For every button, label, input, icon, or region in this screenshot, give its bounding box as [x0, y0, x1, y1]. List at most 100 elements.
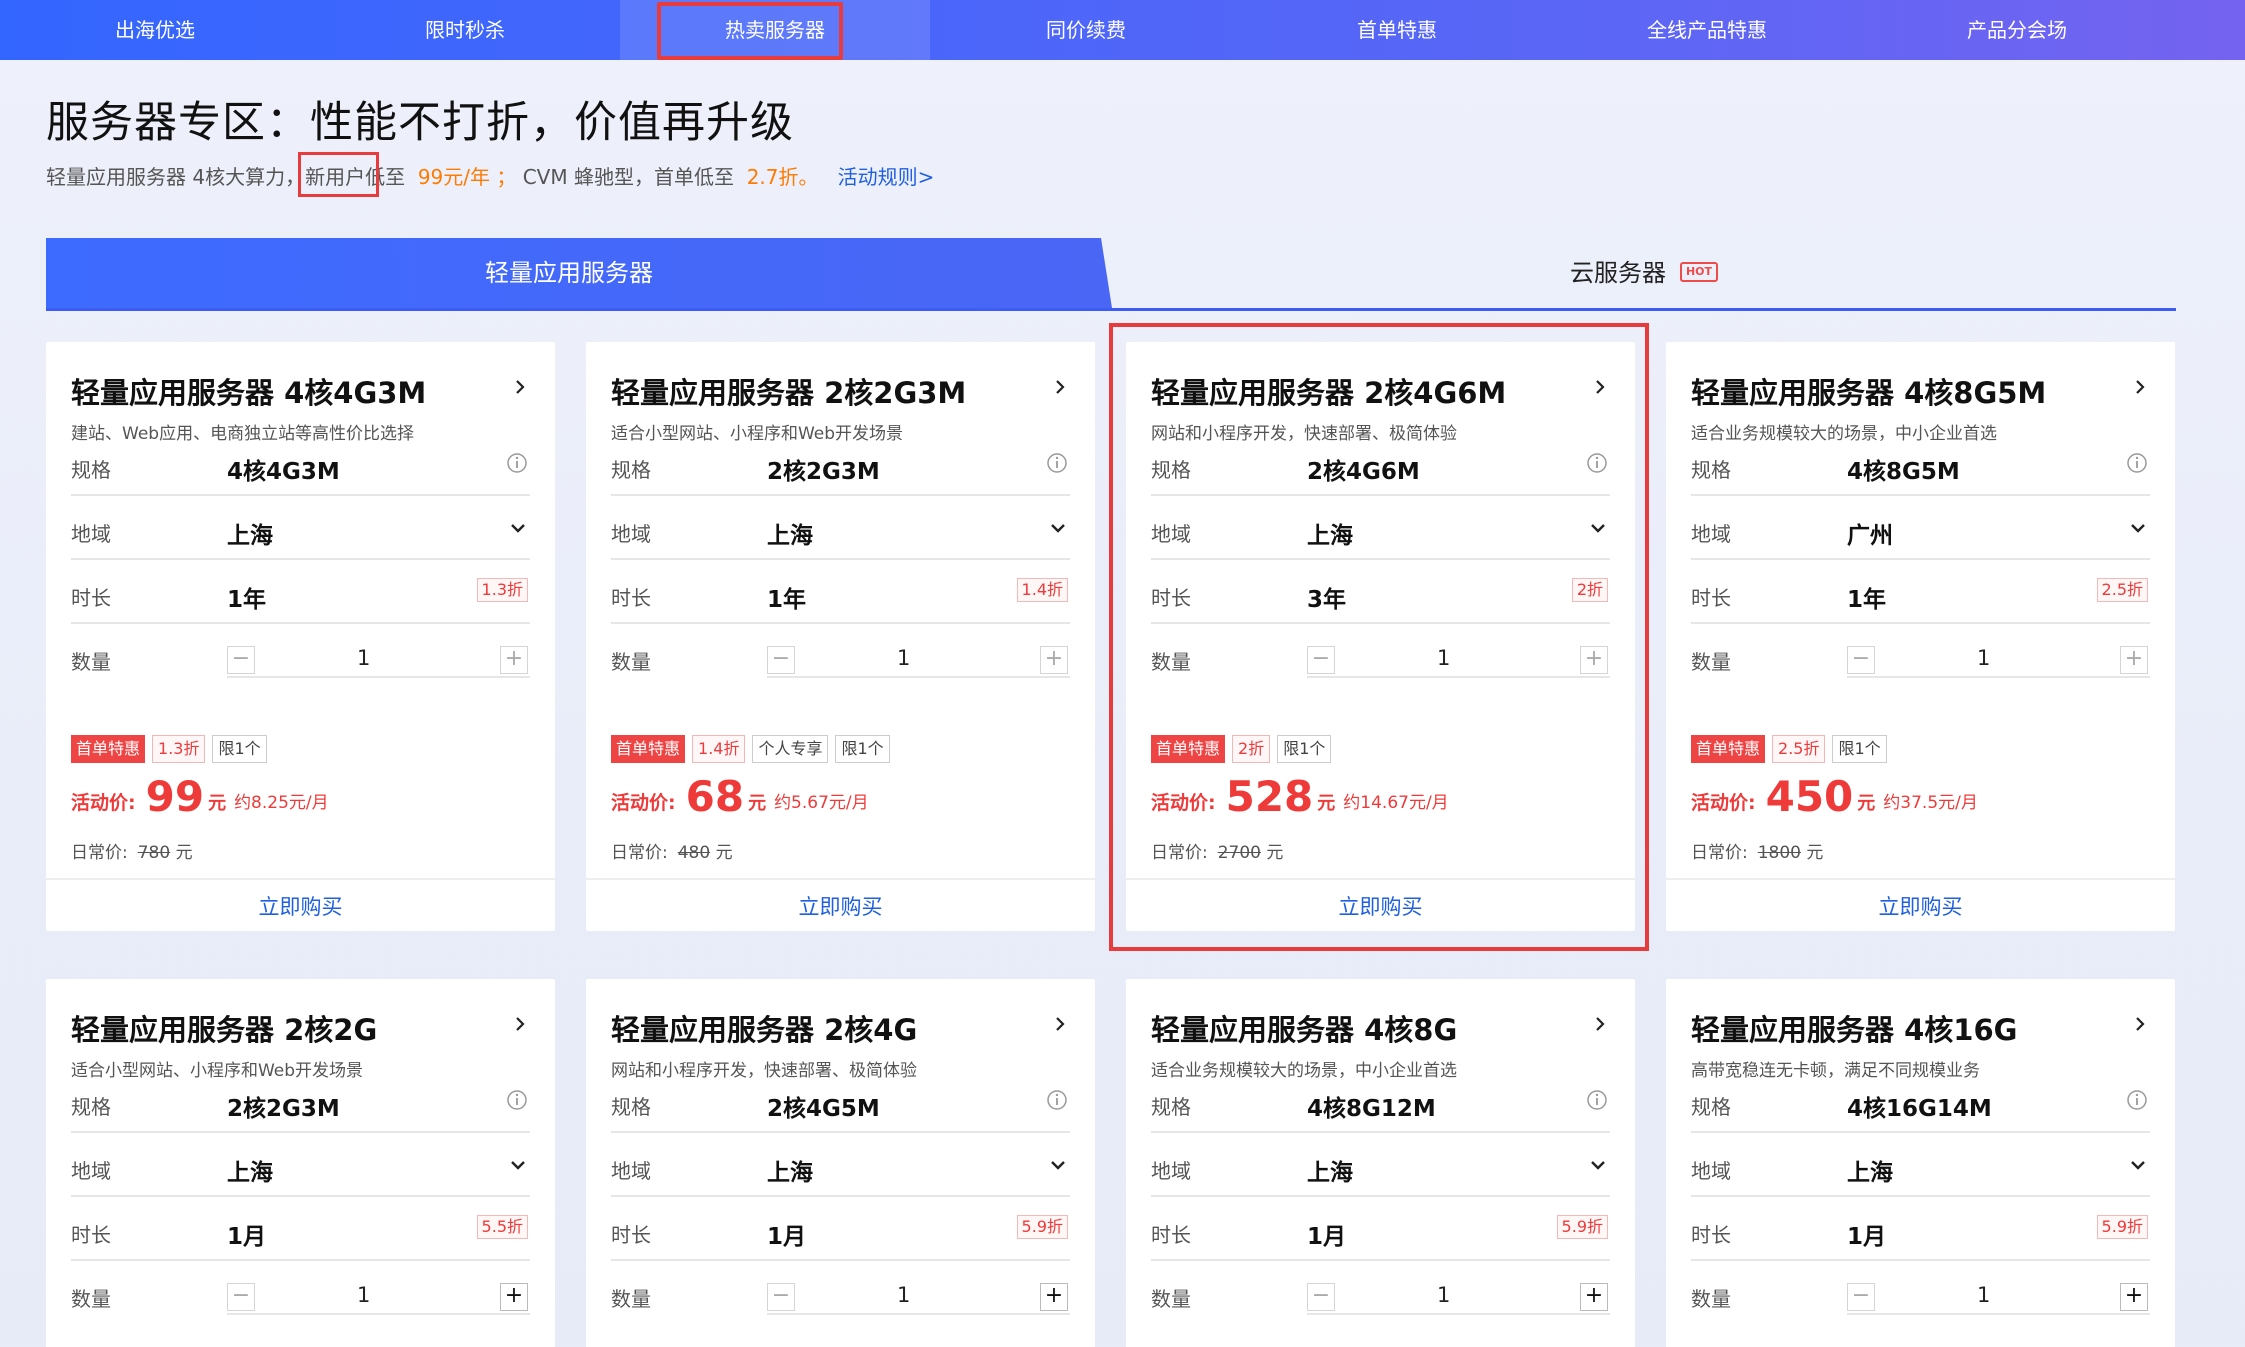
quantity-value[interactable]: 1 [357, 1283, 370, 1307]
info-icon[interactable] [1586, 1089, 1608, 1111]
duration-select[interactable]: 时长 1年 1.3折 [71, 560, 530, 624]
chevron-right-icon[interactable] [1050, 375, 1070, 399]
region-select[interactable]: 地域 上海 [71, 496, 530, 560]
tab-lighthouse[interactable]: 轻量应用服务器 [46, 238, 1112, 308]
chevron-down-icon[interactable] [1048, 1155, 1068, 1175]
chevron-down-icon[interactable] [1588, 1155, 1608, 1175]
nav-item-same-price-renewal[interactable]: 同价续费 [930, 0, 1242, 60]
region-select[interactable]: 地域 上海 [1151, 1133, 1610, 1197]
buy-now-button[interactable]: 立即购买 [46, 878, 555, 934]
minus-icon[interactable]: − [1307, 1283, 1335, 1311]
quantity-stepper[interactable]: − 1 + [227, 646, 530, 678]
chevron-right-icon[interactable] [1590, 375, 1610, 399]
chevron-down-icon[interactable] [1588, 518, 1608, 538]
quantity-row: 数量 − 1 + [1151, 624, 1610, 688]
chevron-right-icon[interactable] [2130, 375, 2150, 399]
region-select[interactable]: 地域 上海 [1151, 496, 1610, 560]
chevron-right-icon[interactable] [510, 1012, 530, 1036]
plus-icon[interactable]: + [1580, 1283, 1608, 1311]
duration-select[interactable]: 时长 1月 5.9折 [1691, 1197, 2150, 1261]
chevron-right-icon[interactable] [1050, 1012, 1070, 1036]
limit-tag: 限1个 [1832, 735, 1887, 763]
quantity-stepper[interactable]: − 1 + [1847, 1283, 2150, 1315]
discount-tag: 1.3折 [152, 735, 206, 763]
quantity-value[interactable]: 1 [1437, 1283, 1450, 1307]
region-select[interactable]: 地域 上海 [611, 496, 1070, 560]
quantity-value[interactable]: 1 [1977, 646, 1990, 670]
quantity-label: 数量 [1691, 1287, 1731, 1311]
duration-label: 时长 [1691, 586, 1731, 610]
plus-icon[interactable]: + [500, 1283, 528, 1311]
info-icon[interactable] [506, 1089, 528, 1111]
quantity-stepper[interactable]: − 1 + [1847, 646, 2150, 678]
quantity-stepper[interactable]: − 1 + [767, 1283, 1070, 1315]
duration-select[interactable]: 时长 1月 5.9折 [611, 1197, 1070, 1261]
chevron-down-icon[interactable] [508, 1155, 528, 1175]
product-tabs: 轻量应用服务器 云服务器 HOT [46, 238, 2176, 311]
quantity-stepper[interactable]: − 1 + [227, 1283, 530, 1315]
first-order-tag: 首单特惠 [71, 735, 146, 763]
quantity-value[interactable]: 1 [897, 1283, 910, 1307]
quantity-value[interactable]: 1 [897, 646, 910, 670]
chevron-right-icon[interactable] [2130, 1012, 2150, 1036]
minus-icon[interactable]: − [227, 1283, 255, 1311]
minus-icon[interactable]: − [1847, 1283, 1875, 1311]
info-icon[interactable] [1586, 452, 1608, 474]
chevron-down-icon[interactable] [2128, 518, 2148, 538]
nav-item-product-venues[interactable]: 产品分会场 [1862, 0, 2172, 60]
info-icon[interactable] [506, 452, 528, 474]
quantity-stepper[interactable]: − 1 + [1307, 646, 1610, 678]
info-icon[interactable] [2126, 1089, 2148, 1111]
chevron-down-icon[interactable] [508, 518, 528, 538]
info-icon[interactable] [1046, 1089, 1068, 1111]
product-card: 轻量应用服务器 4核8G5M 适合业务规模较大的场景，中小企业首选 规格 4核8… [1666, 342, 2175, 931]
duration-select[interactable]: 时长 3年 2折 [1151, 560, 1610, 624]
minus-icon[interactable]: − [767, 646, 795, 674]
quantity-value[interactable]: 1 [1437, 646, 1450, 670]
duration-select[interactable]: 时长 1月 5.5折 [71, 1197, 530, 1261]
nav-item-flash-sale[interactable]: 限时秒杀 [310, 0, 620, 60]
quantity-stepper[interactable]: − 1 + [1307, 1283, 1610, 1315]
minus-icon[interactable]: − [1307, 646, 1335, 674]
chevron-down-icon[interactable] [2128, 1155, 2148, 1175]
chevron-right-icon[interactable] [510, 375, 530, 399]
nav-item-hot-servers[interactable]: 热卖服务器 [620, 0, 930, 60]
minus-icon[interactable]: − [227, 646, 255, 674]
tag-list: 首单特惠 1.4折 个人专享 限1个 [611, 735, 897, 763]
buy-now-button[interactable]: 立即购买 [1126, 878, 1635, 934]
plus-icon[interactable]: + [500, 646, 528, 674]
region-value: 上海 [1847, 1160, 1893, 1186]
info-icon[interactable] [2126, 452, 2148, 474]
chevron-right-icon[interactable] [1590, 1012, 1610, 1036]
buy-now-button[interactable]: 立即购买 [1666, 878, 2175, 934]
quantity-stepper[interactable]: − 1 + [767, 646, 1070, 678]
activity-price: 99 [145, 772, 205, 821]
info-icon[interactable] [1046, 452, 1068, 474]
chevron-down-icon[interactable] [1048, 518, 1068, 538]
rules-link[interactable]: 活动规则> [838, 161, 935, 190]
plus-icon[interactable]: + [2120, 646, 2148, 674]
quantity-value[interactable]: 1 [357, 646, 370, 670]
nav-item-first-order[interactable]: 首单特惠 [1242, 0, 1552, 60]
quantity-value[interactable]: 1 [1977, 1283, 1990, 1307]
tab-cvm[interactable]: 云服务器 HOT [1112, 238, 2176, 308]
minus-icon[interactable]: − [1847, 646, 1875, 674]
plus-icon[interactable]: + [1580, 646, 1608, 674]
nav-item-all-products[interactable]: 全线产品特惠 [1552, 0, 1862, 60]
region-select[interactable]: 地域 上海 [1691, 1133, 2150, 1197]
duration-select[interactable]: 时长 1年 1.4折 [611, 560, 1070, 624]
minus-icon[interactable]: − [767, 1283, 795, 1311]
duration-select[interactable]: 时长 1年 2.5折 [1691, 560, 2150, 624]
region-select[interactable]: 地域 上海 [71, 1133, 530, 1197]
plus-icon[interactable]: + [1040, 646, 1068, 674]
plus-icon[interactable]: + [1040, 1283, 1068, 1311]
region-value: 上海 [227, 1160, 273, 1186]
plus-icon[interactable]: + [2120, 1283, 2148, 1311]
duration-label: 时长 [1151, 586, 1191, 610]
region-select[interactable]: 地域 广州 [1691, 496, 2150, 560]
nav-item-overseas[interactable]: 出海优选 [0, 0, 310, 60]
region-select[interactable]: 地域 上海 [611, 1133, 1070, 1197]
region-label: 地域 [1691, 522, 1731, 546]
buy-now-button[interactable]: 立即购买 [586, 878, 1095, 934]
duration-select[interactable]: 时长 1月 5.9折 [1151, 1197, 1610, 1261]
